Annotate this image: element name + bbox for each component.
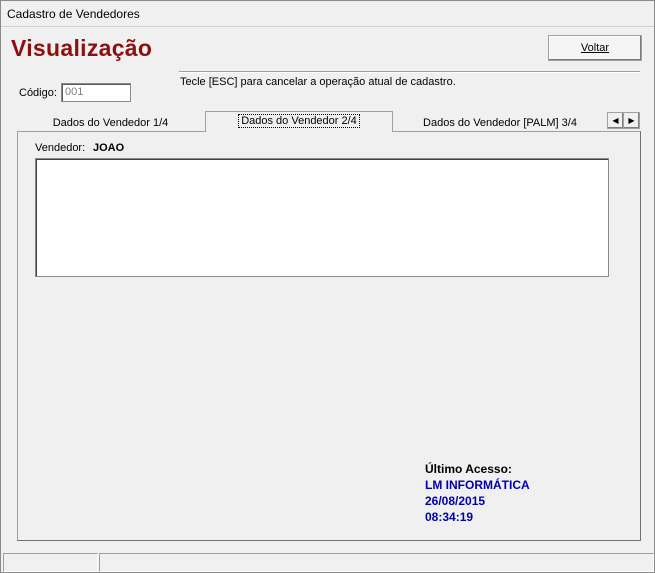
tab-scroll-arrows: ◀ ▶ [607,112,640,129]
status-bar [3,551,654,572]
codigo-label: Código: [19,87,57,99]
tab-label: Dados do Vendedor 2/4 [238,114,360,128]
arrow-right-icon[interactable]: ▶ [623,112,640,129]
codigo-field[interactable] [61,83,131,102]
voltar-button[interactable]: Voltar [548,35,642,61]
tab-dados-vendedor-1[interactable]: Dados do Vendedor 1/4 [17,114,204,132]
page-title: Visualização [11,35,153,61]
vendedor-notes-memo[interactable] [35,158,609,277]
tab-strip: Dados do Vendedor 1/4 Dados do Vendedor … [17,111,641,133]
main-window: Cadastro de Vendedores Visualização Volt… [0,0,655,573]
last-access-block: Último Acesso: LM INFORMÁTICA 26/08/2015… [425,461,530,525]
tab-label: Dados do Vendedor [PALM] 3/4 [423,117,577,129]
header-separator [179,71,640,73]
tab-dados-vendedor-2[interactable]: Dados do Vendedor 2/4 [205,111,393,132]
last-access-date: 26/08/2015 [425,494,486,508]
last-access-company: LM INFORMÁTICA [425,478,530,492]
arrow-left-icon[interactable]: ◀ [607,112,624,129]
status-panel-1 [3,553,98,572]
last-access-time: 08:34:19 [425,510,474,524]
title-bar: Cadastro de Vendedores [1,1,654,27]
window-title: Cadastro de Vendedores [7,7,140,21]
last-access-title: Último Acesso: [425,462,512,476]
voltar-label: Voltar [580,42,610,54]
esc-hint: Tecle [ESC] para cancelar a operação atu… [180,76,456,88]
tab-label: Dados do Vendedor 1/4 [52,117,169,129]
vendedor-label: Vendedor: [35,142,86,154]
status-panel-2 [99,553,654,572]
tab-dados-vendedor-palm-3[interactable]: Dados do Vendedor [PALM] 3/4 [393,114,607,132]
vendedor-value: JOAO [93,142,125,154]
